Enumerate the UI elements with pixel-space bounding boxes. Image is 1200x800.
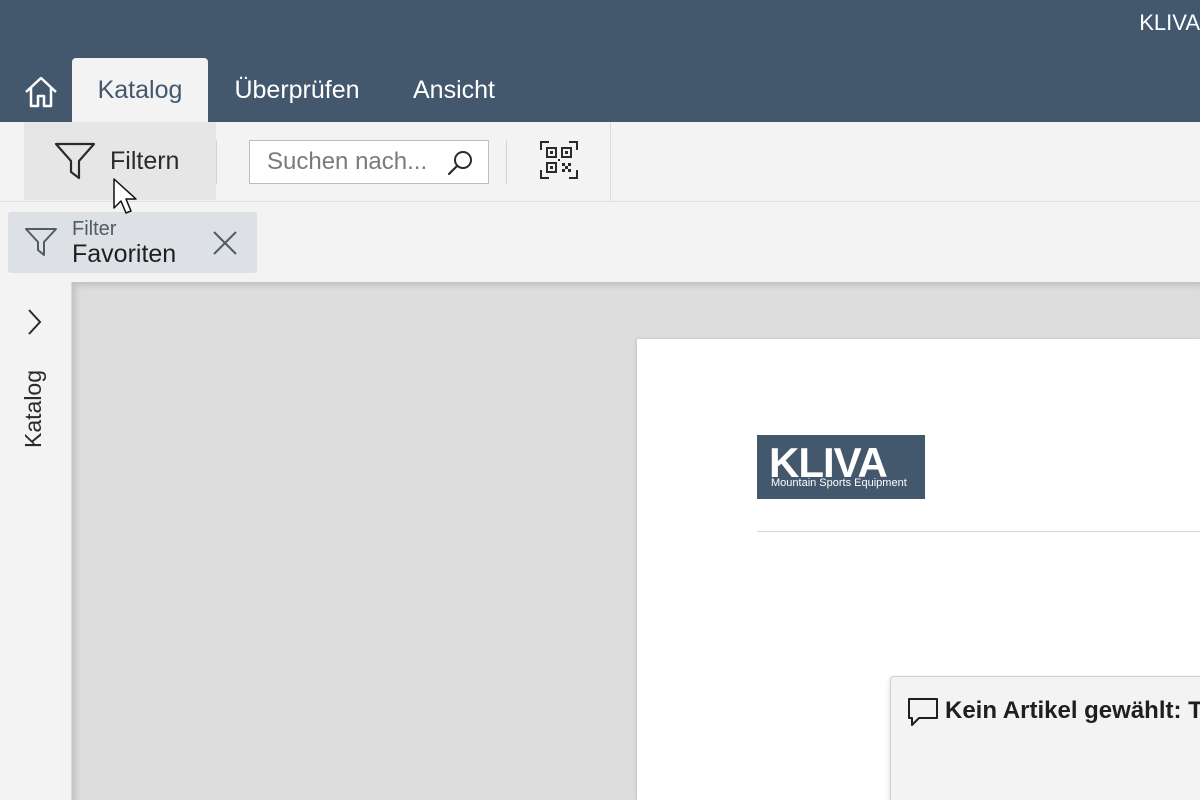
page-divider <box>757 531 1200 532</box>
filter-chip-category: Filter <box>72 218 117 240</box>
active-filters-bar: Filter Favoriten <box>0 202 1200 282</box>
filter-chip[interactable]: Filter Favoriten <box>8 212 257 273</box>
search-box[interactable] <box>249 140 489 184</box>
filter-button-label: Filtern <box>110 146 180 175</box>
tab-ansicht[interactable]: Ansicht <box>400 58 508 122</box>
ribbon-end-separator <box>610 122 611 202</box>
side-panel <box>0 282 72 800</box>
filter-button[interactable]: Filtern <box>24 122 216 200</box>
callout-text: Kein Artikel gewählt: T <box>945 697 1200 724</box>
ribbon-toolbar: Filtern <box>0 122 1200 202</box>
ribbon-separator <box>216 140 217 184</box>
title-bar: KLIVA Katalog Überprüfen Ansicht <box>0 0 1200 122</box>
qr-code-icon <box>540 141 578 179</box>
filter-icon <box>25 228 57 256</box>
search-input[interactable] <box>267 148 439 176</box>
side-panel-label[interactable]: Katalog <box>20 370 47 448</box>
company-logo: KLIVA Mountain Sports Equipment <box>757 435 925 499</box>
ribbon-separator <box>506 140 507 184</box>
filter-chip-value: Favoriten <box>72 240 177 268</box>
chevron-right-icon <box>28 309 42 335</box>
qr-scan-button[interactable] <box>536 136 582 184</box>
home-button[interactable] <box>18 70 64 114</box>
tab-katalog[interactable]: Katalog <box>72 58 208 122</box>
comment-icon <box>908 698 938 726</box>
filter-icon <box>54 142 96 180</box>
app-title: KLIVA <box>1139 10 1200 35</box>
home-icon <box>25 76 57 108</box>
search-icon[interactable] <box>446 149 474 177</box>
remove-filter-button[interactable] <box>210 228 240 258</box>
expand-panel-button[interactable] <box>18 304 50 340</box>
logo-tagline: Mountain Sports Equipment <box>771 477 907 489</box>
selection-callout: Kein Artikel gewählt: T <box>890 676 1200 800</box>
tab-ueberpruefen[interactable]: Überprüfen <box>220 58 374 122</box>
close-icon <box>213 231 237 255</box>
